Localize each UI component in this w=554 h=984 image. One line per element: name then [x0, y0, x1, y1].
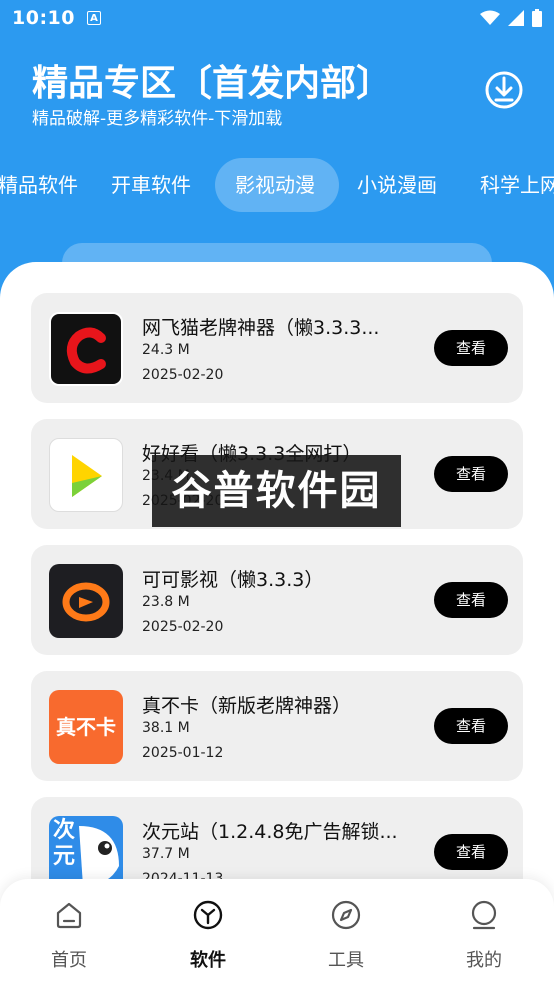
profile-icon — [471, 900, 497, 930]
haohaokan-play-icon — [49, 438, 123, 512]
status-bar: 10:10 A — [0, 0, 554, 36]
nav-tools-label: 工具 — [328, 950, 364, 971]
signal-icon — [508, 10, 524, 26]
keke-video-icon — [49, 564, 123, 638]
zhenbuka-icon: 真不卡 — [49, 690, 123, 764]
app-date: 2025-01-12 — [142, 745, 224, 761]
tab-xiaoshuo[interactable]: 小说漫画 — [337, 158, 457, 212]
nav-home[interactable]: 首页 — [19, 879, 119, 984]
app-name: 可可影视（懒3.3.3） — [142, 569, 324, 591]
view-button[interactable]: 查看 — [434, 582, 508, 618]
app-name: 网飞猫老牌神器（懒3.3.3... — [142, 317, 380, 339]
app-list-sheet: 网飞猫老牌神器（懒3.3.3... 24.3 M 2025-02-20 查看 好… — [0, 262, 554, 984]
app-date: 2025-02-20 — [142, 619, 224, 635]
tab-jingpin[interactable]: 精品软件 — [0, 158, 98, 212]
battery-icon — [532, 9, 542, 27]
app-size: 24.3 M — [142, 342, 190, 358]
software-cube-icon — [193, 900, 223, 930]
app-card[interactable]: 真不卡 真不卡（新版老牌神器） 38.1 M 2025-01-12 查看 — [31, 671, 523, 781]
wifi-icon — [480, 10, 500, 25]
nav-profile-label: 我的 — [466, 950, 502, 971]
view-button[interactable]: 查看 — [434, 330, 508, 366]
page-title: 精品专区〔首发内部〕 — [32, 63, 393, 104]
view-button[interactable]: 查看 — [434, 456, 508, 492]
status-icons — [480, 9, 542, 27]
tab-kexue[interactable]: 科学上网 — [460, 158, 554, 212]
category-tabs: 精品软件 开車软件 影视动漫 小说漫画 科学上网 — [0, 158, 554, 214]
zhenbuka-icon-text: 真不卡 — [56, 715, 116, 739]
app-name: 次元站（1.2.4.8免广告解锁... — [142, 821, 398, 843]
compass-icon — [331, 900, 361, 930]
app-size: 37.7 M — [142, 846, 190, 862]
notification-icon: A — [86, 11, 101, 25]
page-subtitle: 精品破解-更多精彩软件-下滑加载 — [32, 109, 283, 129]
app-name: 真不卡（新版老牌神器） — [142, 695, 352, 717]
view-button[interactable]: 查看 — [434, 834, 508, 870]
home-icon — [56, 902, 82, 929]
nav-home-label: 首页 — [51, 950, 87, 971]
bottom-nav: 首页 软件 工具 我的 — [0, 879, 554, 984]
tab-yingshi[interactable]: 影视动漫 — [215, 158, 339, 212]
nav-software[interactable]: 软件 — [158, 879, 258, 984]
watermark: 谷普软件园 — [152, 455, 401, 527]
download-icon[interactable] — [484, 70, 524, 110]
tab-kaiche[interactable]: 开車软件 — [91, 158, 211, 212]
app-size: 38.1 M — [142, 720, 190, 736]
netflix-cat-icon — [49, 312, 123, 386]
app-size: 23.8 M — [142, 594, 190, 610]
nav-software-label: 软件 — [190, 950, 226, 971]
app-card[interactable]: 可可影视（懒3.3.3） 23.8 M 2025-02-20 查看 — [31, 545, 523, 655]
status-time: 10:10 — [12, 7, 75, 29]
app-card[interactable]: 网飞猫老牌神器（懒3.3.3... 24.3 M 2025-02-20 查看 — [31, 293, 523, 403]
app-date: 2025-02-20 — [142, 367, 224, 383]
nav-profile[interactable]: 我的 — [434, 879, 534, 984]
nav-tools[interactable]: 工具 — [296, 879, 396, 984]
view-button[interactable]: 查看 — [434, 708, 508, 744]
